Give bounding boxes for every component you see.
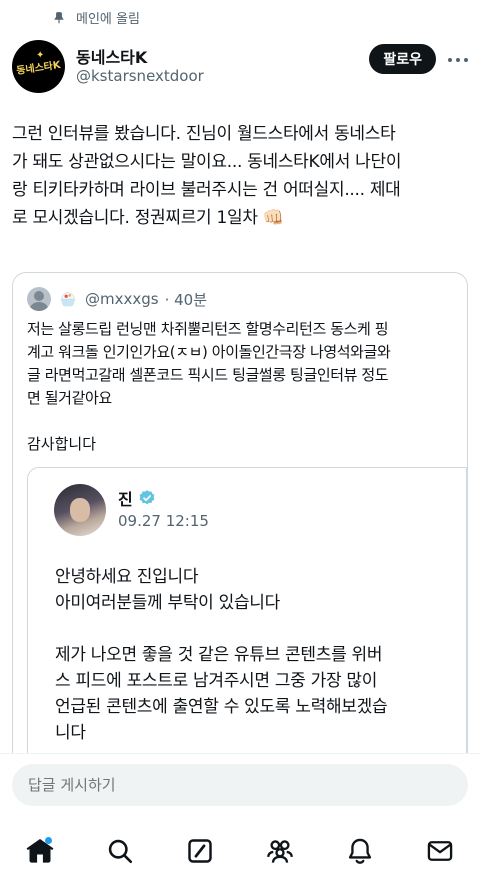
pin-icon — [54, 11, 64, 24]
quoted-post[interactable]: @mxxxgs · 40분 저는 살롱드립 런닝맨 차쥐뿔리턴즈 할명수리턴즈 … — [12, 272, 468, 792]
quoted-post-header: @mxxxgs · 40분 — [27, 287, 207, 311]
grok-icon — [188, 839, 212, 863]
author-avatar[interactable]: ✦ 동네스타K — [12, 40, 65, 93]
author-handle[interactable]: @kstarsnextdoor — [76, 67, 204, 85]
quoted-post-text: 저는 살롱드립 런닝맨 차쥐뿔리턴즈 할명수리턴즈 동스케 핑 계고 워크돌 인… — [27, 320, 391, 407]
nav-search[interactable] — [100, 831, 140, 871]
notifications-icon — [348, 838, 372, 864]
nav-communities[interactable] — [260, 831, 300, 871]
quoted-post-thanks: 감사합니다 — [27, 435, 97, 453]
post-header: ✦ 동네스타K 동네스타K @kstarsnextdoor 팔로우 — [12, 40, 468, 96]
more-options-icon[interactable] — [448, 50, 468, 70]
embedded-author-avatar — [54, 484, 106, 536]
avatar-logo-text: 동네스타K — [15, 59, 62, 78]
nav-notifications[interactable] — [340, 831, 380, 871]
verified-check-icon — [139, 490, 155, 505]
quoted-author-handle: @mxxxgs — [85, 290, 159, 308]
embedded-author-row: 진 — [118, 486, 156, 510]
pinned-indicator: 메인에 올림 — [52, 8, 140, 27]
nav-messages[interactable] — [420, 831, 460, 871]
embedded-post-card: 진 09.27 12:15 안녕하세요 진입니다 아미여러분들께 부탁이 있습니… — [27, 467, 467, 791]
reply-bar — [0, 753, 480, 821]
nav-grok[interactable] — [180, 831, 220, 871]
follow-button[interactable]: 팔로우 — [369, 44, 436, 74]
shaved-ice-icon — [60, 292, 76, 307]
embedded-author-name: 진 — [118, 490, 133, 509]
nav-home[interactable] — [20, 831, 60, 871]
messages-icon — [427, 841, 453, 861]
search-icon — [108, 839, 133, 864]
communities-icon — [267, 840, 293, 863]
pinned-label: 메인에 올림 — [76, 12, 140, 27]
quoted-post-time: · 40분 — [164, 290, 208, 309]
home-badge-dot — [45, 837, 52, 844]
post-text: 그런 인터뷰를 봤습니다. 진님이 월드스타에서 동네스타 가 돼도 상관없으시… — [12, 124, 402, 228]
embedded-post-time: 09.27 12:15 — [118, 512, 209, 530]
quoted-author-avatar — [27, 287, 51, 311]
reply-input[interactable] — [12, 764, 468, 806]
embedded-post-text: 안녕하세요 진입니다 아미여러분들께 부탁이 있습니다 제가 나오면 좋을 것 … — [55, 567, 388, 743]
bottom-navigation — [0, 821, 480, 887]
author-name[interactable]: 동네스타K — [76, 44, 147, 68]
